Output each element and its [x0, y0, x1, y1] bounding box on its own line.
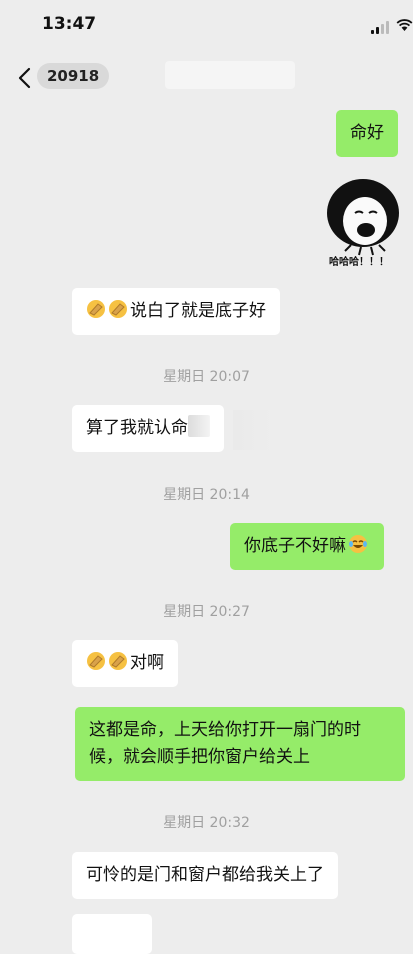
- timestamp: 星期日 20:32: [163, 815, 250, 831]
- facepalm-emoji-icon: [87, 300, 105, 318]
- back-arrow-icon[interactable]: [16, 66, 36, 90]
- message-bubble-incoming[interactable]: 说白了就是底子好: [72, 288, 280, 335]
- message-bubble-outgoing[interactable]: 你底子不好嘛: [230, 523, 384, 570]
- unread-count-badge[interactable]: 20918: [37, 63, 110, 89]
- signal-icon: [371, 20, 391, 34]
- timestamp: 星期日 20:14: [163, 487, 250, 503]
- redacted-text: [188, 415, 210, 437]
- chat-title-redacted: [165, 61, 295, 89]
- wifi-icon: [396, 19, 413, 31]
- facepalm-emoji-icon: [109, 652, 127, 670]
- message-text: 你底子不好嘛: [244, 536, 346, 556]
- sticker-caption: 哈哈哈！！！: [329, 257, 389, 268]
- message-text: 对啊: [130, 653, 164, 673]
- timestamp: 星期日 20:27: [163, 604, 250, 620]
- message-text: 命好: [350, 123, 384, 143]
- facepalm-emoji-icon: [87, 652, 105, 670]
- chat-header: 20918: [0, 44, 413, 100]
- timestamp: 星期日 20:07: [163, 369, 250, 385]
- message-bubble-outgoing[interactable]: 命好: [336, 110, 398, 157]
- message-bubble-outgoing[interactable]: 这都是命，上天给你打开一扇门的时候，就会顺手把你窗户给关上: [75, 707, 405, 781]
- redaction-blur: [233, 410, 273, 450]
- message-text: 说白了就是底子好: [130, 301, 266, 321]
- facepalm-emoji-icon: [109, 300, 127, 318]
- message-bubble-incoming[interactable]: 对啊: [72, 640, 178, 687]
- laugh-cry-emoji-icon: [349, 535, 367, 553]
- message-text: 这都是命，上天给你打开一扇门的时候，就会顺手把你窗户给关上: [89, 720, 361, 767]
- message-bubble-incoming-partial[interactable]: [72, 914, 152, 954]
- message-text: 可怜的是门和窗户都给我关上了: [86, 865, 324, 885]
- message-bubble-incoming[interactable]: 算了我就认命: [72, 405, 224, 452]
- status-time: 13:47: [42, 14, 97, 34]
- message-bubble-incoming[interactable]: 可怜的是门和窗户都给我关上了: [72, 852, 338, 899]
- message-text: 算了我就认命: [86, 418, 188, 438]
- status-bar: 13:47: [0, 0, 413, 44]
